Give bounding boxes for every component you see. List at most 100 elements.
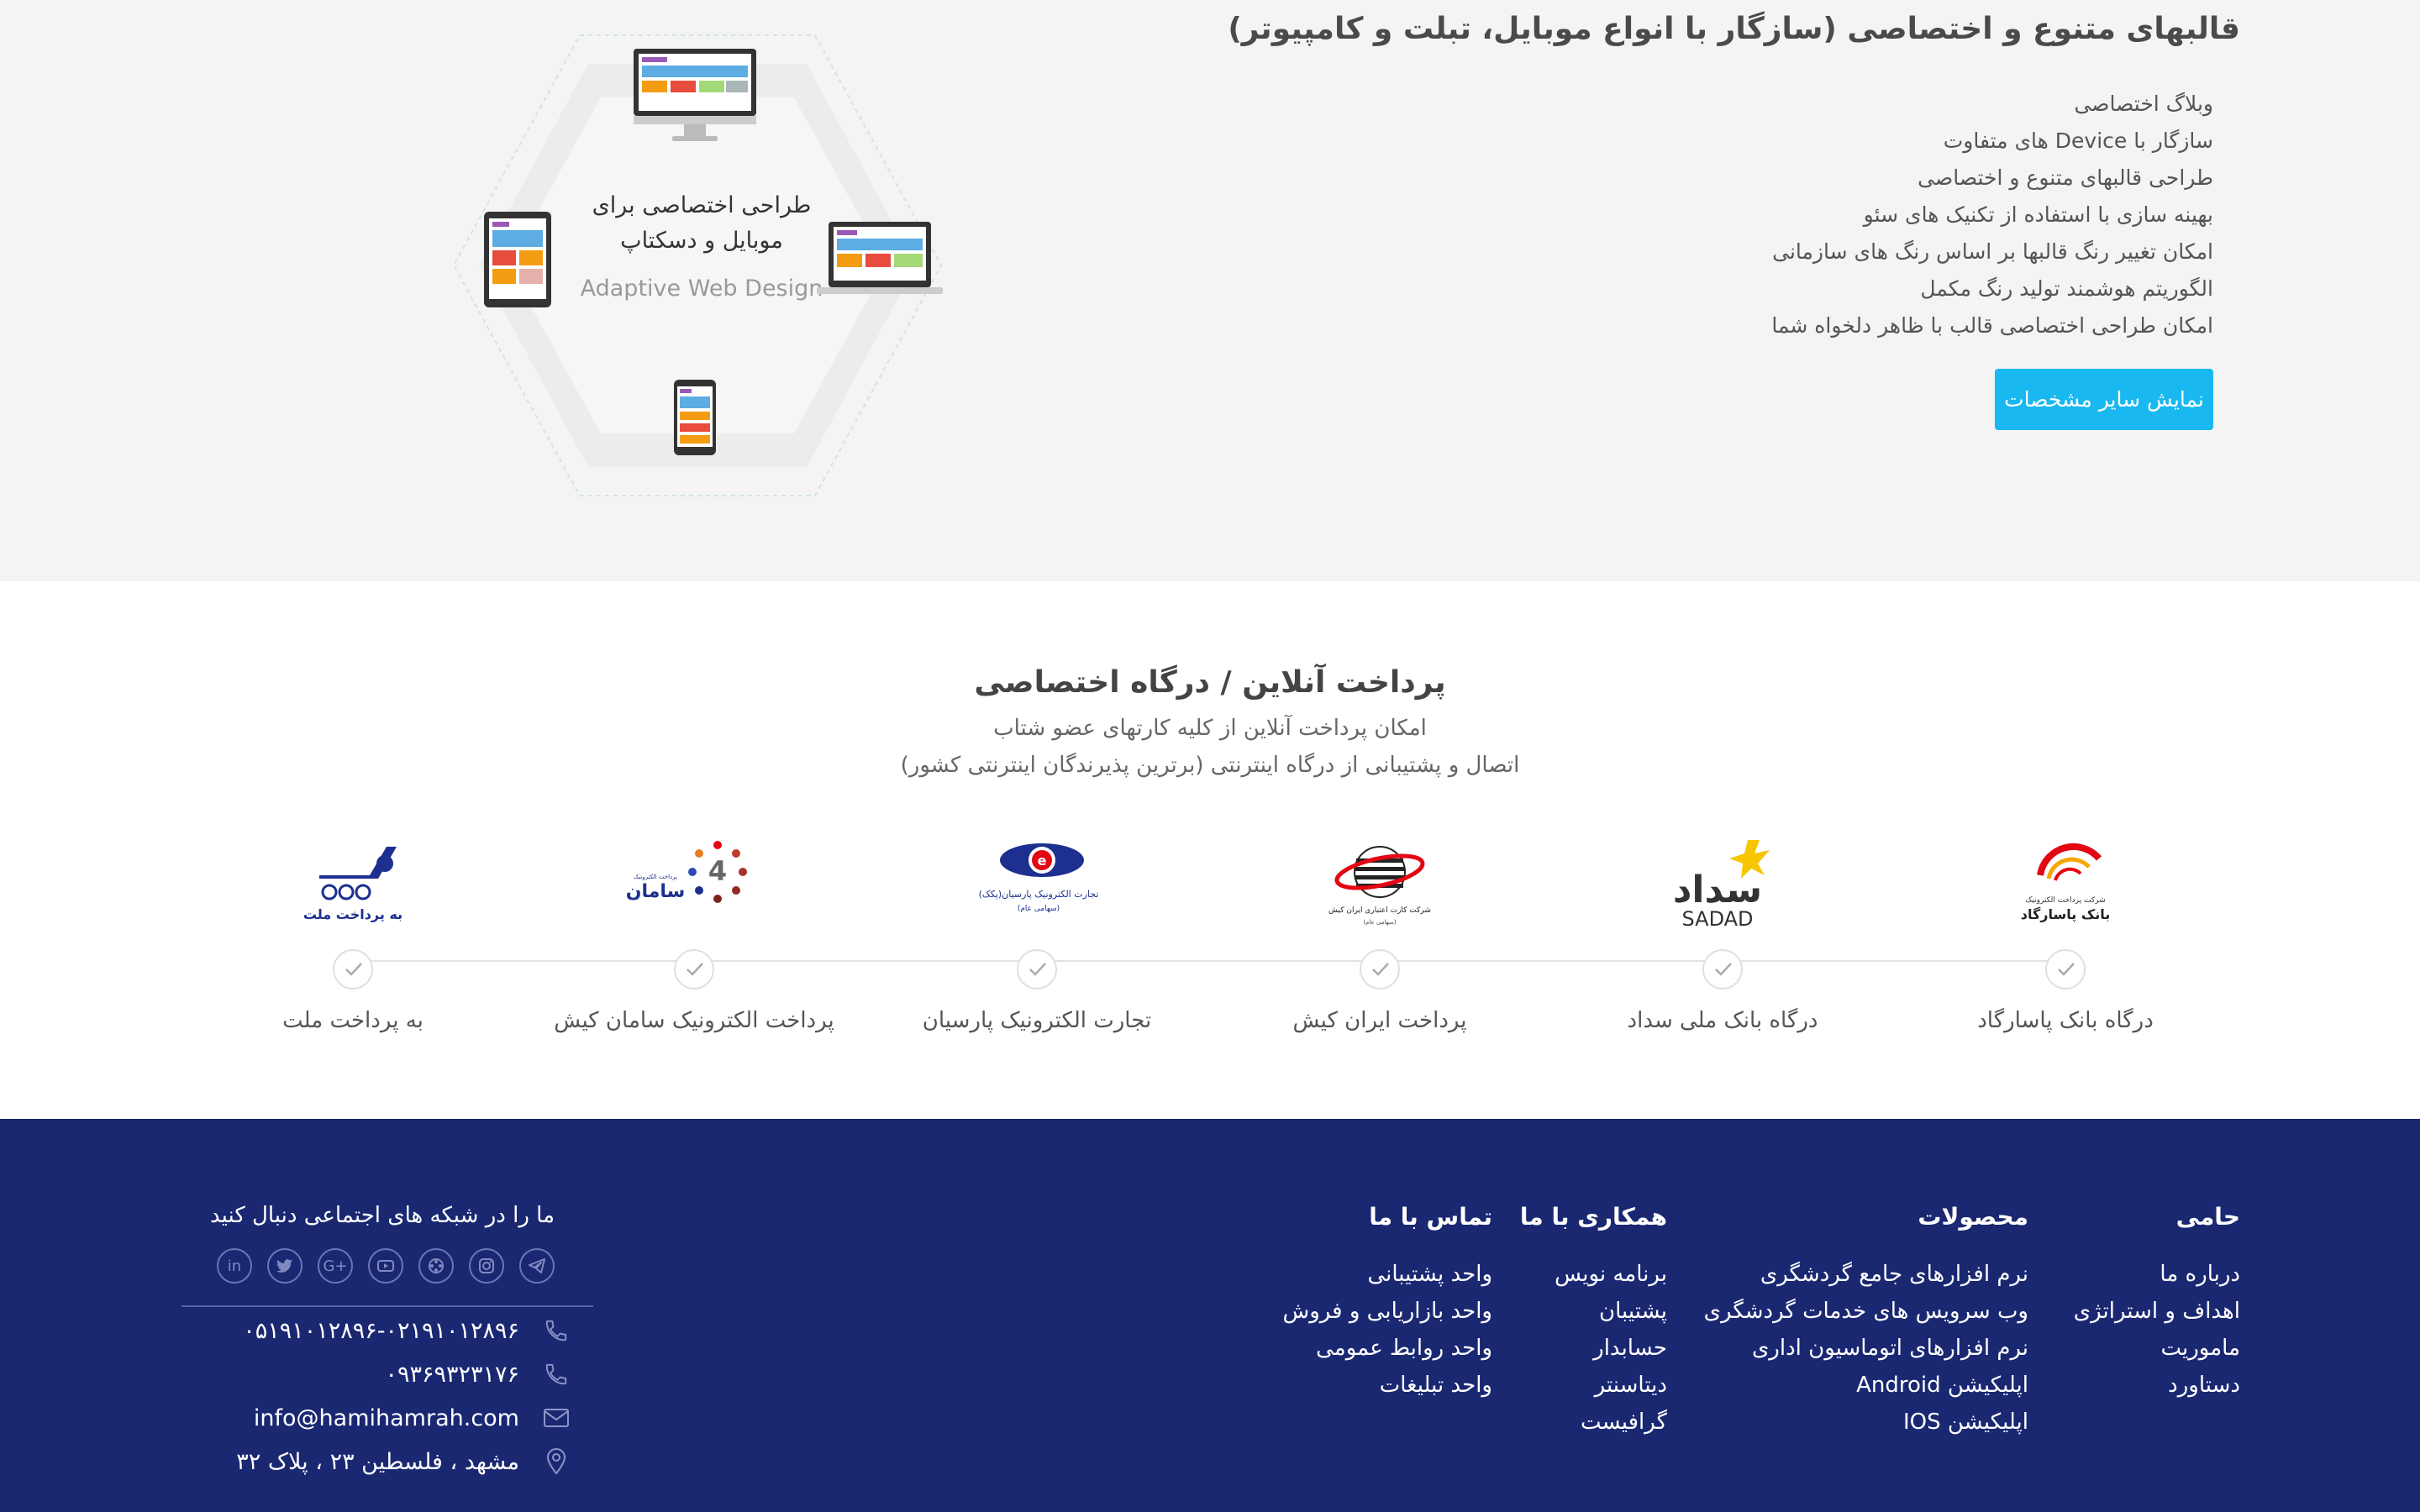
footer-link[interactable]: نرم افزارهای جامع گردشگری [1704,1256,2028,1293]
templates-title: قالبهای متنوع و اختصاصی (سازگار با انواع… [1228,12,2240,46]
gateway-name: درگاه بانک پاسارگاد [1977,1008,2154,1033]
contact-email: info@hamihamrah.com [185,1403,571,1433]
footer-link[interactable]: دیتاسنتر [1520,1367,1667,1404]
envelope-icon [541,1403,571,1433]
hexagon-title: طراحی اختصاصی برای موبایل و دسکتاپ [592,192,812,254]
email-link[interactable]: info@hamihamrah.com [254,1405,519,1431]
gateway-name: پرداخت ایران کیش [1292,1008,1467,1033]
parsian-logo-icon: e تجارت الکترونیک پارسیان(پکک) (سهامی عا… [979,843,1099,913]
mobile-number[interactable]: ۰۹۳۶۹۳۲۳۱۷۶ [385,1362,519,1388]
check-icon [345,963,362,976]
footer-link[interactable]: واحد بازاریابی و فروش [1283,1293,1492,1330]
gateway-check [1360,949,1400,990]
gateway-check [2045,949,2086,990]
gateway-parsian[interactable]: e تجارت الکترونیک پارسیان(پکک) (سهامی عا… [886,825,1188,1033]
gateway-name: تجارت الکترونیک پارسیان [922,1008,1152,1033]
behpardakht-logo-icon: به پرداخت ملت [303,847,402,923]
sadad-logo-icon: سداد SADAD [1673,840,1770,931]
svg-text:4: 4 [708,855,727,887]
social-icons: in G+ [217,1248,555,1284]
pasargad-logo-icon: شرکت پرداخت الکترونیک بانک پاسارگاد [2021,843,2110,923]
check-icon [1715,963,1732,976]
gateway-pasargad[interactable]: شرکت پرداخت الکترونیک بانک پاسارگاد درگا… [1914,825,2217,1033]
address-text: مشهد ، فلسطین ۲۳ ، پلاک ۳۲ [236,1448,519,1475]
gateway-sadad[interactable]: سداد SADAD درگاه بانک ملی سداد [1571,825,1874,1033]
youtube-icon[interactable] [368,1248,403,1284]
footer-link[interactable]: واحد تبلیغات [1283,1367,1492,1404]
contact-phone-1: ۰۵۱۹۱۰۱۲۸۹۶-۰۲۱۹۱۰۱۲۸۹۶ [185,1315,571,1346]
pasargad-logo-text: بانک پاسارگاد [2021,906,2110,923]
payment-section: پرداخت آنلاین / درگاه اختصاصی امکان پردا… [0,581,2420,1119]
gateway-irankish[interactable]: شرکت کارت اعتباری ایران کیش (سهامی عام) … [1228,825,1531,1033]
check-icon [2058,963,2075,976]
google-plus-icon[interactable]: G+ [318,1248,353,1284]
location-pin-icon [541,1446,571,1477]
adaptive-design-graphic: طراحی اختصاصی برای موبایل و دسکتاپ Adapt… [437,30,958,501]
footer-col-cooperation: همکاری با ما برنامه نویس پشتیبان حسابدار… [1520,1203,1667,1441]
footer-col-title: محصولات [1918,1203,2028,1231]
laptop-icon [817,222,943,294]
sadad-logo-text: سداد [1673,869,1762,911]
footer-link[interactable]: واحد روابط عمومی [1283,1330,1492,1367]
instagram-icon[interactable] [469,1248,504,1284]
samankish-logo-icon: 4 پرداخت الکترونیک سامان [626,841,747,903]
footer-link[interactable]: درباره ما [2074,1256,2240,1293]
footer-link[interactable]: ماموریت [2074,1330,2240,1367]
feature-item: طراحی قالبهای متنوع و اختصاصی [1918,165,2213,190]
footer-link[interactable]: برنامه نویس [1520,1256,1667,1293]
footer-link[interactable]: حسابدار [1520,1330,1667,1367]
feature-item: امکان طراحی اختصاصی قالب با ظاهر دلخواه … [1771,313,2213,338]
irankish-logo-icon: شرکت کارت اعتباری ایران کیش (سهامی عام) [1328,846,1431,926]
tablet-icon [484,212,551,307]
footer-link[interactable]: اپلیکیشن Android [1704,1367,2028,1404]
footer-divider [182,1305,593,1307]
gateway-name: درگاه بانک ملی سداد [1627,1008,1818,1033]
feature-item: امکان تغییر رنگ قالبها بر اساس رنگ های س… [1772,239,2213,264]
svg-text:e: e [1038,853,1047,869]
desktop-monitor-icon [634,49,756,141]
social-title: ما را در شبکه های اجتماعی دنبال کنید [210,1203,555,1228]
feature-item: الگوریتم هوشمند تولید رنگ مکمل [1920,276,2213,301]
gateway-name: به پرداخت ملت [282,1008,424,1033]
telegram-icon[interactable] [519,1248,555,1284]
irankish-logo-text: شرکت کارت اعتباری ایران کیش [1328,906,1431,915]
samankish-logo-text: سامان [626,881,686,902]
samankish-logo-subtext: پرداخت الکترونیک [634,874,677,880]
parsian-logo-text: تجارت الکترونیک پارسیان(پکک) [979,889,1099,900]
payment-subtitle-2: اتصال و پشتیبانی از درگاه اینترنتی (برتر… [900,753,1520,778]
footer-link[interactable]: اپلیکیشن IOS [1704,1404,2028,1441]
check-icon [1372,963,1389,976]
sadad-logo-subtext: SADAD [1681,907,1753,931]
phone-number[interactable]: ۰۵۱۹۱۰۱۲۸۹۶-۰۲۱۹۱۰۱۲۸۹۶ [243,1318,519,1344]
show-more-specs-button[interactable]: نمایش سایر مشخصات [1995,369,2213,430]
footer-link[interactable]: دستاورد [2074,1367,2240,1404]
footer-link[interactable]: واحد پشتیبانی [1283,1256,1492,1293]
footer-link[interactable]: پشتیبان [1520,1293,1667,1330]
hexagon-subtitle: Adaptive Web Design [580,276,823,302]
feature-item: وبلاگ اختصاصی [2074,92,2213,116]
footer-col-contact: تماس با ما واحد پشتیبانی واحد بازاریابی … [1283,1203,1492,1404]
gateway-check [1702,949,1743,990]
footer-link[interactable]: گرافیست [1520,1404,1667,1441]
aparat-icon[interactable] [418,1248,454,1284]
footer-col-hami: حامی درباره ما اهداف و استراتژی ماموریت … [2074,1203,2240,1404]
feature-item: بهینه سازی با استفاده از تکنیک های سئو [1863,202,2213,227]
irankish-logo-subtext: (سهامی عام) [1363,919,1396,926]
contact-address: مشهد ، فلسطین ۲۳ ، پلاک ۳۲ [185,1446,571,1477]
gateway-samankish[interactable]: 4 پرداخت الکترونیک سامان پرداخت الکترونی… [543,825,845,1033]
parsian-logo-subtext: (سهامی عام) [1018,905,1060,913]
check-icon [1029,963,1046,976]
gateway-check [674,949,714,990]
phone-icon [541,1359,571,1389]
footer-link[interactable]: نرم افزارهای اتوماسیون اداری [1704,1330,2028,1367]
feature-item: سازگار با Device های متفاوت [1943,129,2213,153]
footer-link[interactable]: وب سرویس های خدمات گردشگری [1704,1293,2028,1330]
gateway-behpardakht[interactable]: به پرداخت ملت به پرداخت ملت [202,825,504,1033]
footer-col-products: محصولات نرم افزارهای جامع گردشگری وب سرو… [1704,1203,2028,1441]
templates-section: قالبهای متنوع و اختصاصی (سازگار با انواع… [0,0,2420,581]
linkedin-icon[interactable]: in [217,1248,252,1284]
footer-link[interactable]: اهداف و استراتژی [2074,1293,2240,1330]
payment-title: پرداخت آنلاین / درگاه اختصاصی [974,665,1446,700]
twitter-icon[interactable] [267,1248,302,1284]
gateway-name: پرداخت الکترونیک سامان کیش [554,1008,834,1033]
